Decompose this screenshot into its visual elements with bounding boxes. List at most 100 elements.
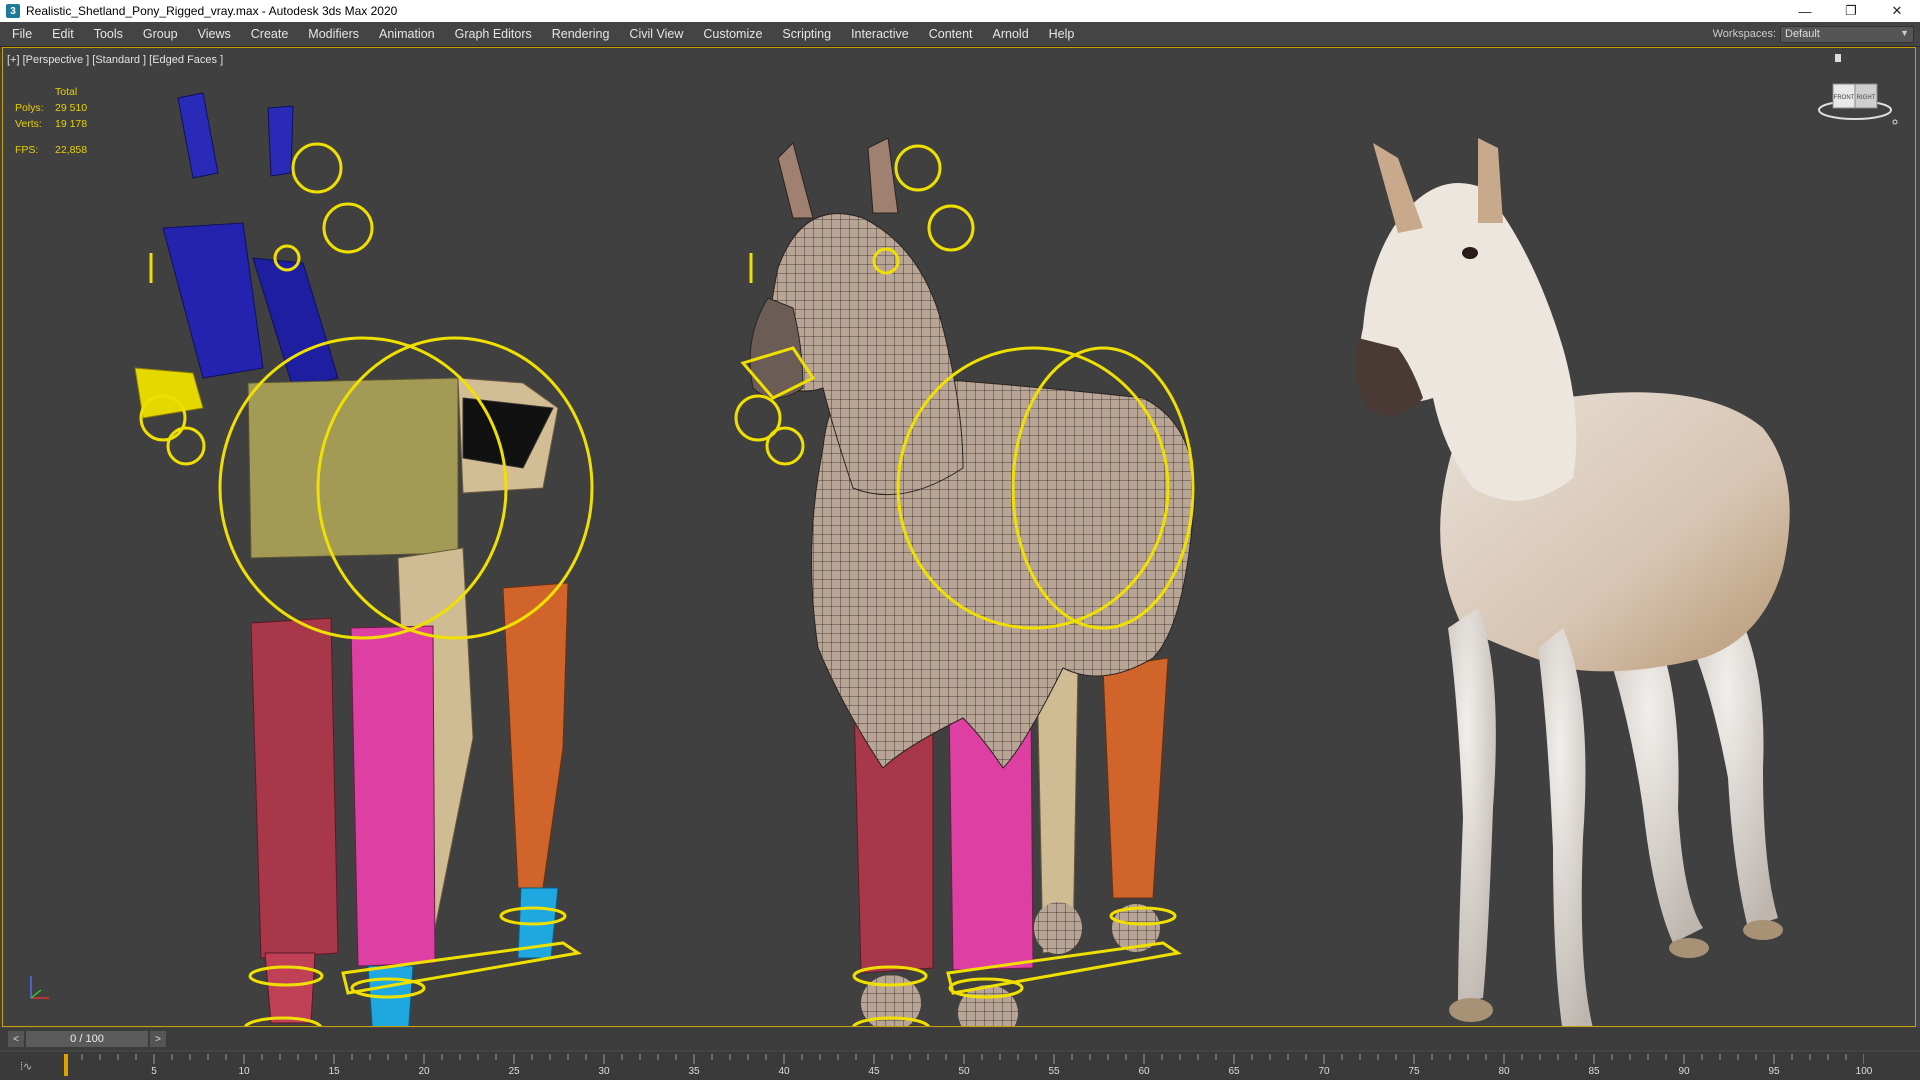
menu-file[interactable]: File [0, 22, 42, 46]
body-bone[interactable] [247, 377, 459, 559]
workspaces-value: Default [1785, 28, 1820, 40]
menu-create[interactable]: Create [241, 22, 299, 46]
stats-header: Total [55, 86, 78, 98]
frame-tick-label: 35 [688, 1066, 700, 1077]
workspaces: Workspaces: Default ▼ [1713, 22, 1920, 46]
render-front-leg-left[interactable] [1448, 608, 1496, 1003]
menu-customize[interactable]: Customize [693, 22, 772, 46]
prev-frame-button[interactable]: < [8, 1031, 24, 1047]
menu-scripting[interactable]: Scripting [772, 22, 841, 46]
next-frame-button[interactable]: > [150, 1031, 166, 1047]
rig-skeleton[interactable] [134, 92, 569, 1027]
viewport-statistics: Total Polys: 29 510 Verts: 19 178 FPS: 22,8… [15, 84, 87, 158]
neck-bone[interactable] [162, 222, 264, 379]
mesh-head-control[interactable] [894, 144, 942, 192]
mesh-hind-leg-right[interactable] [1102, 657, 1169, 899]
menu-interactive[interactable]: Interactive [841, 22, 919, 46]
wireframe-pony[interactable] [749, 137, 1195, 1027]
axis-tripod-icon [21, 968, 61, 1008]
track-bar[interactable]: ⁞∿ 5 10 15 20 25 30 35 40 45 50 55 60 65 70 75 80 85 90 95… [0, 1052, 1920, 1080]
menu-views[interactable]: Views [188, 22, 241, 46]
frame-tick-label: 10 [238, 1066, 250, 1077]
rendered-pony[interactable] [1354, 138, 1790, 1027]
head-control-2[interactable] [322, 202, 374, 254]
render-front-leg-right[interactable] [1538, 628, 1593, 1027]
menu-group[interactable]: Group [133, 22, 188, 46]
render-ear-left [1373, 143, 1423, 233]
render-hoof-2 [1556, 1026, 1600, 1027]
workspaces-dropdown[interactable]: Default ▼ [1780, 25, 1914, 43]
frame-tick-label: 90 [1678, 1066, 1690, 1077]
close-icon[interactable]: ✕ [1874, 0, 1920, 22]
render-hoof-1 [1449, 998, 1493, 1022]
frame-tick-label: 100 [1855, 1066, 1873, 1077]
ear-bone-2[interactable] [267, 105, 294, 177]
stats-polys: 29 510 [55, 102, 88, 114]
stats-polys-label: Polys: [15, 102, 44, 114]
frame-tick-label: 65 [1228, 1066, 1240, 1077]
jaw-bone[interactable] [134, 367, 204, 419]
minimize-icon[interactable]: — [1782, 0, 1828, 22]
mesh-ear-right[interactable] [867, 137, 899, 214]
perspective-viewport[interactable]: [+] [Perspective ] [Standard ] [Edged Fa… [2, 47, 1916, 1027]
menu-edit[interactable]: Edit [42, 22, 84, 46]
title-bar: 3 Realistic_Shetland_Pony_Rigged_vray.ma… [0, 0, 1920, 22]
frame-tick-label: 25 [508, 1066, 520, 1077]
front-leg-left[interactable] [250, 617, 339, 959]
time-slider-bar: < 0 / 100 > [0, 1028, 1920, 1050]
viewport-lock-icon[interactable] [1835, 54, 1841, 62]
viewcube[interactable]: FRONT RIGHT [1815, 70, 1901, 130]
mesh-hoof-3[interactable] [1034, 902, 1082, 954]
stats-verts-label: Verts: [15, 118, 42, 130]
frame-tick-label: 95 [1768, 1066, 1780, 1077]
mesh-head-control-2[interactable] [927, 204, 975, 252]
workspaces-label: Workspaces: [1712, 28, 1776, 40]
mesh-ear-left[interactable] [777, 142, 814, 219]
time-slider[interactable]: 0 / 100 [26, 1031, 148, 1047]
menu-animation[interactable]: Animation [369, 22, 445, 46]
render-hoof-3 [1669, 938, 1709, 958]
viewport-scene[interactable] [3, 48, 1916, 1027]
viewcube-home-icon[interactable] [1892, 119, 1898, 125]
menu-tools[interactable]: Tools [84, 22, 133, 46]
frame-tick-label: 55 [1048, 1066, 1060, 1077]
menu-rendering[interactable]: Rendering [542, 22, 620, 46]
mesh-jaw-control-2[interactable] [765, 426, 805, 466]
render-ear-right [1478, 138, 1503, 223]
menu-graph-editors[interactable]: Graph Editors [445, 22, 542, 46]
ear-bone[interactable] [177, 92, 219, 179]
frame-tick-label: 50 [958, 1066, 970, 1077]
menu-help[interactable]: Help [1039, 22, 1085, 46]
current-frame-marker[interactable] [64, 1054, 68, 1076]
restore-icon[interactable]: ❐ [1828, 0, 1874, 22]
window-title: Realistic_Shetland_Pony_Rigged_vray.max … [26, 4, 398, 18]
chevron-down-icon: ▼ [1900, 27, 1909, 38]
hind-leg-right[interactable] [502, 582, 569, 889]
jaw-control-2[interactable] [166, 426, 206, 466]
frame-tick-label: 85 [1588, 1066, 1600, 1077]
front-leg-right[interactable] [350, 625, 436, 967]
menu-content[interactable]: Content [919, 22, 983, 46]
front-hoof-left[interactable] [264, 952, 316, 1024]
stats-fps-label: FPS: [15, 144, 39, 156]
curve-editor-icon[interactable]: ⁞∿ [20, 1060, 32, 1073]
render-eye [1462, 247, 1478, 259]
neck-bone-2[interactable] [252, 257, 339, 389]
menu-arnold[interactable]: Arnold [983, 22, 1039, 46]
frame-tick-label: 60 [1138, 1066, 1150, 1077]
stats-fps: 22,858 [55, 144, 88, 156]
stats-verts: 19 178 [55, 118, 88, 130]
frame-tick-label: 40 [778, 1066, 790, 1077]
app-icon: 3 [6, 4, 20, 18]
menu-civil-view[interactable]: Civil View [619, 22, 693, 46]
frame-tick-label: 80 [1498, 1066, 1510, 1077]
viewcube-right-label: RIGHT [1857, 95, 1876, 101]
head-control[interactable] [291, 142, 343, 194]
frame-tick-label: 15 [328, 1066, 340, 1077]
menu-modifiers[interactable]: Modifiers [298, 22, 369, 46]
menu-bar: File Edit Tools Group Views Create Modif… [0, 22, 1920, 47]
viewport-label[interactable]: [+] [Perspective ] [Standard ] [Edged Fa… [7, 54, 223, 66]
render-head[interactable] [1360, 183, 1577, 501]
frame-tick-label: 30 [598, 1066, 610, 1077]
frame-tick-label: 5 [151, 1066, 157, 1077]
